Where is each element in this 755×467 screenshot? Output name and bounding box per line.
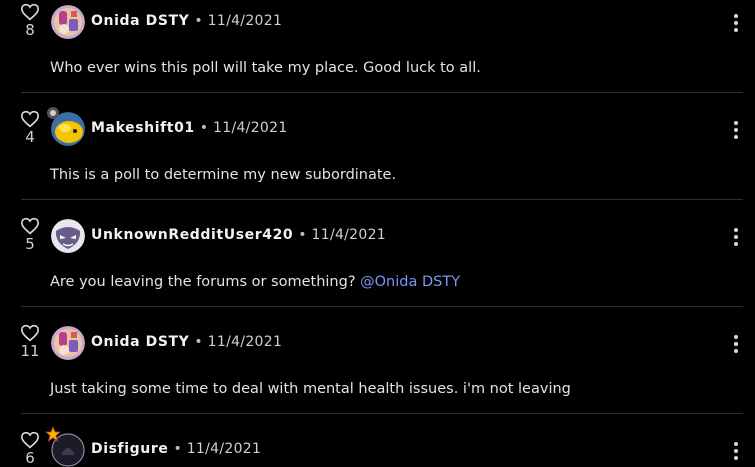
avatar-image [51,5,85,39]
comment-text: Who ever wins this poll will take my pla… [50,60,481,76]
username[interactable]: UnknownRedditUser420 [91,227,293,243]
separator-dot: • [173,441,182,457]
comment-meta: Makeshift01 • 11/4/2021 [91,118,288,138]
avatar-image [51,219,85,253]
more-options-icon [734,335,738,339]
comment-date: 11/4/2021 [186,441,262,457]
comment-meta: Disfigure • 11/4/2021 [91,439,261,459]
avatar[interactable] [51,326,85,360]
comment-date: 11/4/2021 [213,120,288,136]
like-count: 8 [25,21,35,39]
like-count: 6 [25,449,35,467]
more-options-icon [734,121,738,125]
divider [21,199,743,200]
star-badge-icon [45,426,61,442]
comment-meta: Onida DSTY • 11/4/2021 [91,332,282,352]
more-options-icon [734,442,738,446]
separator-dot: • [298,227,307,243]
comment-date: 11/4/2021 [311,227,387,243]
divider [21,413,743,414]
divider [21,306,743,307]
heart-icon[interactable] [20,431,40,449]
avatar[interactable] [51,5,85,39]
comment-text: Just taking some time to deal with menta… [50,381,571,397]
like-control[interactable]: 8 [18,3,42,38]
username[interactable]: Onida DSTY [91,334,189,350]
like-count: 4 [25,128,35,146]
separator-dot: • [199,120,209,136]
heart-icon[interactable] [20,110,40,128]
heart-icon[interactable] [20,324,40,342]
more-options-button[interactable] [731,442,741,462]
like-control[interactable]: 6 [18,431,42,466]
like-control[interactable]: 5 [18,217,42,252]
comment-feed: 8 Onida DSTY • 11/4/2021 Who ever wins thi… [0,0,755,467]
like-count: 5 [25,235,35,253]
comment-meta: UnknownRedditUser420 • 11/4/2021 [91,225,386,245]
like-control[interactable]: 4 [18,110,42,145]
username[interactable]: Makeshift01 [91,120,195,136]
username[interactable]: Onida DSTY [91,13,189,29]
heart-icon[interactable] [20,3,40,21]
more-options-button[interactable] [731,228,741,248]
comment-text: Are you leaving the forums or something?… [50,274,461,290]
divider [21,92,743,93]
more-options-button[interactable] [731,14,741,34]
avatar[interactable] [51,219,85,253]
like-control[interactable]: 11 [18,324,42,359]
comment-date: 11/4/2021 [207,13,283,29]
username[interactable]: Disfigure [91,441,168,457]
separator-dot: • [194,334,203,350]
comment-date: 11/4/2021 [207,334,283,350]
separator-dot: • [194,13,203,29]
comment-text: This is a poll to determine my new subor… [50,167,397,183]
comment-meta: Onida DSTY • 11/4/2021 [91,11,282,31]
more-options-button[interactable] [731,335,741,355]
user-mention-link[interactable]: @Onida DSTY [360,274,460,290]
gear-badge-icon [47,107,59,119]
more-options-icon [734,14,738,18]
more-options-button[interactable] [731,121,741,141]
more-options-icon [734,228,738,232]
like-count: 11 [20,342,40,360]
heart-icon[interactable] [20,217,40,235]
avatar-image [51,326,85,360]
